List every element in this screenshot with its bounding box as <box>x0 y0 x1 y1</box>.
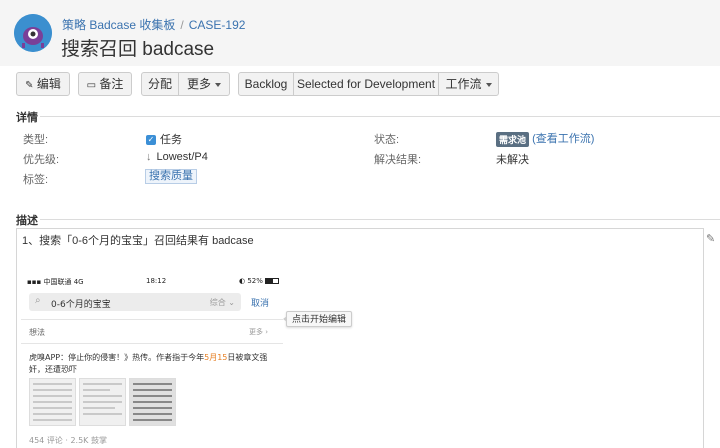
type-label: 类型: <box>23 134 49 146</box>
magnifier-icon: ⌕ <box>35 295 41 306</box>
phone-section-title: 想法 <box>29 328 45 337</box>
breadcrumb: 策略 Badcase 收集板 / CASE-192 <box>62 16 245 33</box>
project-avatar[interactable] <box>14 14 52 52</box>
phone-search-bar: ⌕ 0-6个月的宝宝 综合 ⌄ <box>29 293 241 311</box>
phone-time: 18:12 <box>146 277 167 285</box>
chevron-down-icon <box>215 82 221 87</box>
label-tag[interactable]: 搜索质量 <box>145 169 197 184</box>
type-value: ✓ 任务 <box>146 131 182 147</box>
breadcrumb-issue-link[interactable]: CASE-192 <box>189 18 246 32</box>
assign-button[interactable]: 分配 <box>141 72 179 96</box>
click-to-edit-tooltip: 点击开始编辑 <box>282 311 353 327</box>
article-thumbnail <box>129 378 176 426</box>
details-divider <box>40 116 720 117</box>
priority-value-text: Lowest/P4 <box>156 151 208 163</box>
phone-search-query: 0-6个月的宝宝 <box>51 300 111 310</box>
status-badge: 需求池 <box>496 131 530 147</box>
edit-button-label: 编辑 <box>36 77 61 91</box>
priority-value: ↓ Lowest/P4 <box>146 151 208 163</box>
article-thumbnail <box>79 378 126 426</box>
description-text: 1、搜索「0-6个月的宝宝」召回结果有 badcase <box>22 235 254 247</box>
speech-bubble-icon: ▭ <box>86 80 97 91</box>
breadcrumb-separator: / <box>180 18 184 32</box>
edit-button[interactable]: ✎ 编辑 <box>16 72 70 96</box>
more-button[interactable]: 更多 <box>178 72 230 96</box>
type-value-text: 任务 <box>160 134 182 146</box>
selected-button-label: Selected for Development <box>296 77 436 91</box>
phone-article-footer: 454 评论 · 2.5K 鼓掌 <box>29 436 107 445</box>
chevron-down-icon <box>485 82 492 87</box>
phone-more: 更多 › <box>249 328 269 336</box>
priority-label: 优先级: <box>23 154 60 166</box>
workflow-button-label: 工作流 <box>445 77 482 91</box>
embedded-phone-screenshot: ▪▪▪ 中国联通 4G 18:12 ◐ 52% ⌕ 0-6个月的宝宝 综合 ⌄ … <box>21 273 311 448</box>
article-thumbnail <box>29 378 76 426</box>
pencil-icon[interactable]: ✎ <box>706 232 715 245</box>
phone-battery-text: 52% <box>247 277 263 285</box>
issue-header: 策略 Badcase 收集板 / CASE-192 搜索召回 badcase <box>0 0 720 66</box>
resolution-value: 未解决 <box>496 154 529 166</box>
comment-button-label: 备注 <box>99 77 124 91</box>
assign-button-label: 分配 <box>147 77 172 91</box>
article-highlight: 5月15 <box>204 353 228 362</box>
phone-article-title: 虎嗅APP：停止你的侵害！》热传。作者指于今年5月15日被章文强奸，还遭恐吓 <box>29 352 279 376</box>
signal-icon: ▪▪▪ <box>27 278 44 286</box>
project-avatar-icon <box>14 14 52 52</box>
phone-carrier: ▪▪▪ 中国联通 4G <box>27 277 84 287</box>
phone-battery: ◐ 52% <box>239 277 280 285</box>
phone-divider <box>21 319 283 320</box>
workflow-button[interactable]: 工作流 <box>438 72 499 96</box>
phone-divider <box>21 343 283 344</box>
article-text: 虎嗅APP：停止你的侵害！》热传。作者指于今年 <box>29 353 205 362</box>
description-divider <box>40 219 720 220</box>
backlog-button[interactable]: Backlog <box>238 72 294 96</box>
description-field[interactable]: 1、搜索「0-6个月的宝宝」召回结果有 badcase ▪▪▪ 中国联通 4G … <box>16 228 704 448</box>
labels-label: 标签: <box>23 174 49 186</box>
more-button-label: 更多 <box>186 77 211 91</box>
view-workflow-link[interactable]: (查看工作流) <box>532 133 594 145</box>
comment-button[interactable]: ▭ 备注 <box>78 72 132 96</box>
pencil-icon: ✎ <box>25 80 34 91</box>
status-label: 状态: <box>374 134 400 146</box>
description-heading: 描述 <box>16 215 38 227</box>
details-heading: 详情 <box>16 112 38 124</box>
phone-carrier-text: 中国联通 4G <box>43 278 84 286</box>
phone-cancel: 取消 <box>251 299 270 309</box>
checkbox-icon: ✓ <box>146 135 156 146</box>
phone-sort: 综合 ⌄ <box>209 298 235 307</box>
battery-icon <box>265 278 280 284</box>
arrow-down-icon: ↓ <box>146 151 152 163</box>
selected-for-development-button[interactable]: Selected for Development <box>293 72 439 96</box>
breadcrumb-project-link[interactable]: 策略 Badcase 收集板 <box>62 18 175 32</box>
status-value: 需求池 (查看工作流) <box>496 130 594 147</box>
page-title: 搜索召回 badcase <box>61 39 215 60</box>
backlog-button-label: Backlog <box>244 77 288 91</box>
resolution-label: 解决结果: <box>374 154 422 166</box>
